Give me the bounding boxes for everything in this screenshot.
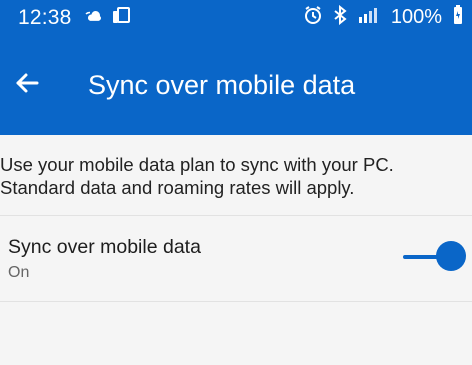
screen: 12:38 100% Sync over mobile data Use you… <box>0 0 472 365</box>
signal-icon <box>357 5 381 30</box>
title-bar: Sync over mobile data <box>0 58 472 114</box>
sync-toggle[interactable] <box>403 239 467 275</box>
status-bar: 12:38 100% <box>0 0 472 36</box>
description-text: Use your mobile data plan to sync with y… <box>0 154 394 198</box>
status-right: 100% <box>303 4 464 30</box>
bottom-divider <box>0 301 472 302</box>
app-bar: 12:38 100% Sync over mobile data <box>0 0 472 135</box>
page-title: Sync over mobile data <box>88 70 356 100</box>
status-left-icons <box>84 5 134 30</box>
setting-status: On <box>8 264 30 281</box>
setting-title: Sync over mobile data <box>8 236 201 258</box>
battery-text: 100% <box>390 6 442 28</box>
toggle-thumb <box>436 241 466 271</box>
weather-icon <box>84 6 102 29</box>
back-button[interactable] <box>12 68 42 98</box>
alarm-icon <box>303 5 323 30</box>
battery-icon <box>452 5 464 30</box>
bluetooth-icon <box>333 4 347 30</box>
phone-tablet-icon <box>112 5 134 30</box>
status-time: 12:38 <box>18 6 72 29</box>
arrow-left-icon <box>12 73 42 102</box>
content-area: Use your mobile data plan to sync with y… <box>0 135 472 365</box>
sync-over-mobile-data-row[interactable]: Sync over mobile data On <box>0 215 472 301</box>
